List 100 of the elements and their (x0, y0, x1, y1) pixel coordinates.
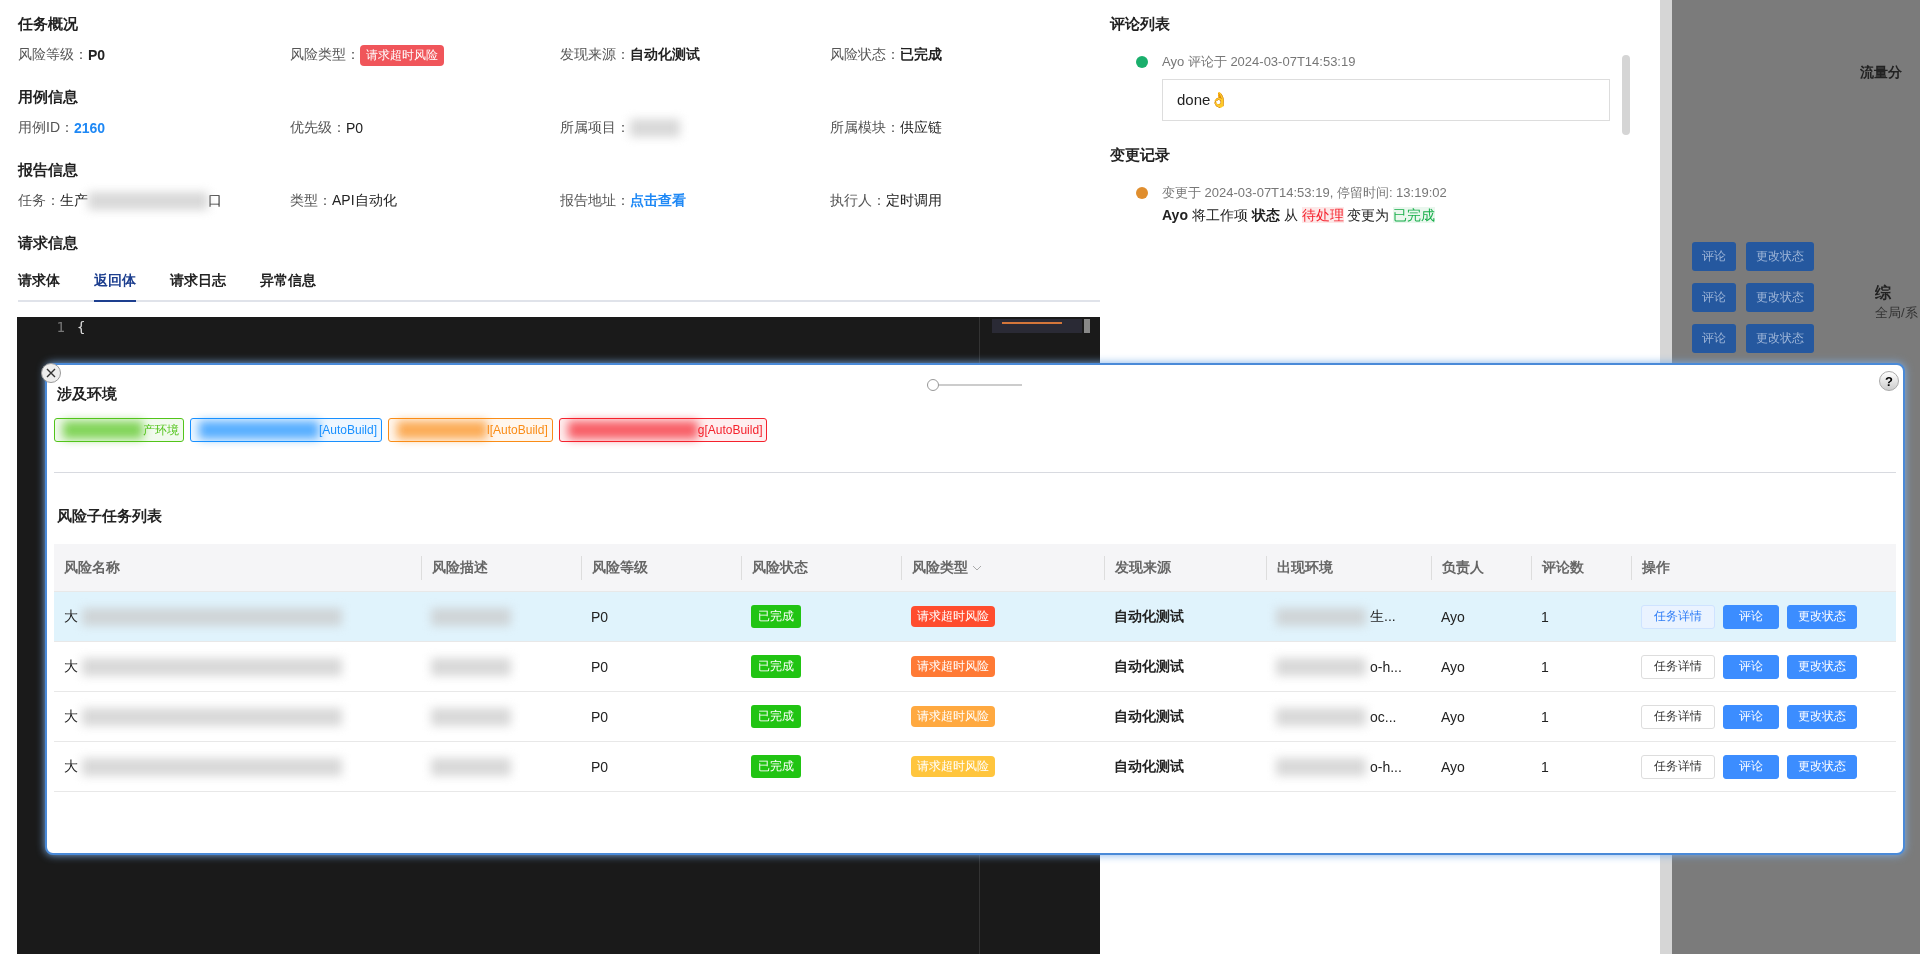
column-header: 风险名称 (63, 557, 121, 577)
action-button[interactable]: 任务详情 (1641, 704, 1715, 729)
section-title: 评论列表 (1110, 14, 1171, 34)
field-value: API自动化 (332, 192, 397, 210)
background-button[interactable]: 更改状态 (1746, 283, 1814, 312)
section-title: 变更记录 (1110, 145, 1171, 165)
environment-tag: [AutoBuild] (190, 418, 383, 442)
field-value: 口 (208, 192, 222, 210)
table-cell: 1 (1541, 758, 1549, 775)
scrollbar[interactable] (1622, 55, 1630, 135)
table-cell: 自动化测试 (1114, 607, 1184, 626)
risk-type-tag: 请求超时风险 (360, 44, 444, 66)
table-cell: 生... (1370, 607, 1396, 626)
section-title: 风险子任务列表 (57, 507, 163, 526)
help-button[interactable]: ? (1879, 371, 1899, 391)
table-cell: 大 (64, 757, 78, 776)
action-button[interactable]: 更改状态 (1787, 604, 1857, 629)
zoom-slider[interactable] (927, 379, 1022, 391)
table-cell: Ayo (1441, 608, 1465, 625)
tab[interactable]: 异常信息 (260, 266, 316, 302)
tab[interactable]: 请求体 (18, 266, 60, 302)
field-label: 风险等级： (18, 46, 88, 64)
column-header: 负责人 (1431, 555, 1531, 580)
column-header: 操作 (1631, 555, 1896, 580)
risk-type-tag: 请求超时风险 (911, 656, 995, 677)
action-button[interactable]: 更改状态 (1787, 704, 1857, 729)
table-cell: 大 (64, 707, 78, 726)
action-button[interactable]: 评论 (1723, 654, 1779, 679)
field-link[interactable]: 点击查看 (630, 192, 686, 210)
environment-tag: 产环境 (54, 418, 184, 442)
field-label: 风险状态： (830, 46, 900, 64)
field-value: 自动化测试 (630, 46, 700, 64)
table-cell: P0 (591, 758, 609, 775)
comment-box: done👌 (1162, 79, 1610, 121)
table-cell: 自动化测试 (1114, 757, 1184, 776)
status-tag: 已完成 (751, 655, 801, 678)
column-header: 评论数 (1531, 555, 1631, 580)
field-value: 供应链 (900, 119, 942, 137)
field-label: 报告地址： (560, 192, 630, 210)
blurred-text (630, 119, 680, 137)
background-button[interactable]: 评论 (1692, 324, 1736, 353)
comment-meta: Ayo 评论于 2024-03-07T14:53:19 (1162, 53, 1357, 71)
column-header: 风险状态 (741, 555, 901, 580)
status-tag: 已完成 (751, 755, 801, 778)
field-value: 已完成 (900, 46, 942, 64)
background-button[interactable]: 更改状态 (1746, 242, 1814, 271)
table-cell: o-h... (1370, 758, 1402, 775)
action-button[interactable]: 任务详情 (1641, 604, 1715, 629)
tab[interactable]: 返回体 (94, 266, 136, 302)
column-header: 风险描述 (421, 555, 581, 580)
field-label: 风险类型： (290, 46, 360, 64)
field-label: 执行人： (830, 192, 886, 210)
table-cell: Ayo (1441, 758, 1465, 775)
background-button[interactable]: 评论 (1692, 283, 1736, 312)
background-heading: 综 (1875, 283, 1892, 303)
close-icon (46, 368, 56, 378)
close-button[interactable] (41, 363, 61, 383)
risk-type-tag: 请求超时风险 (911, 706, 995, 727)
action-button[interactable]: 评论 (1723, 604, 1779, 629)
table-cell: 大 (64, 657, 78, 676)
chevron-down-icon[interactable] (972, 564, 982, 571)
action-button[interactable]: 更改状态 (1787, 754, 1857, 779)
tab[interactable]: 请求日志 (170, 266, 226, 302)
action-button[interactable]: 更改状态 (1787, 654, 1857, 679)
section-title: 任务概况 (18, 14, 79, 34)
status-tag: 已完成 (751, 605, 801, 628)
field-link[interactable]: 2160 (74, 120, 106, 136)
table-row[interactable]: 大 P0 已完成 请求超时风险 自动化测试 生... Ayo 1 任务详情 评论 更改状态 (54, 592, 1896, 642)
field-value: 生产 (60, 192, 88, 210)
table-cell: 自动化测试 (1114, 657, 1184, 676)
table-cell: 1 (1541, 608, 1549, 625)
field-label: 任务： (18, 192, 60, 210)
action-button[interactable]: 任务详情 (1641, 654, 1715, 679)
background-button[interactable]: 评论 (1692, 242, 1736, 271)
table-cell: 自动化测试 (1114, 707, 1184, 726)
action-button[interactable]: 评论 (1723, 754, 1779, 779)
risk-type-tag: 请求超时风险 (911, 756, 995, 777)
section-title: 报告信息 (18, 160, 79, 180)
column-header: 出现环境 (1266, 555, 1431, 580)
slider-thumb[interactable] (927, 379, 939, 391)
table-cell: P0 (591, 708, 609, 725)
table-cell: oc... (1370, 708, 1397, 725)
change-description: Ayo 将工作项 状态 从 待处理 变更为 已完成 (1162, 207, 1437, 225)
table-cell: 大 (64, 607, 78, 626)
field-label: 用例ID： (18, 119, 74, 137)
section-title: 涉及环境 (57, 385, 118, 404)
code-text: { (77, 319, 86, 335)
action-button[interactable]: 任务详情 (1641, 754, 1715, 779)
column-header: 风险等级 (581, 555, 741, 580)
field-label: 所属模块： (830, 119, 900, 137)
change-meta: 变更于 2024-03-07T14:53:19, 停留时间: 13:19:02 (1162, 184, 1447, 202)
background-label: 流量分 (1860, 64, 1903, 82)
environment-tag: g[AutoBuild] (558, 418, 768, 442)
table-cell: P0 (591, 608, 609, 625)
action-button[interactable]: 评论 (1723, 704, 1779, 729)
field-label: 所属项目： (560, 119, 630, 137)
background-button[interactable]: 更改状态 (1746, 324, 1814, 353)
table-cell: Ayo (1441, 708, 1465, 725)
field-value: P0 (88, 47, 106, 63)
line-number: 1 (56, 319, 65, 335)
